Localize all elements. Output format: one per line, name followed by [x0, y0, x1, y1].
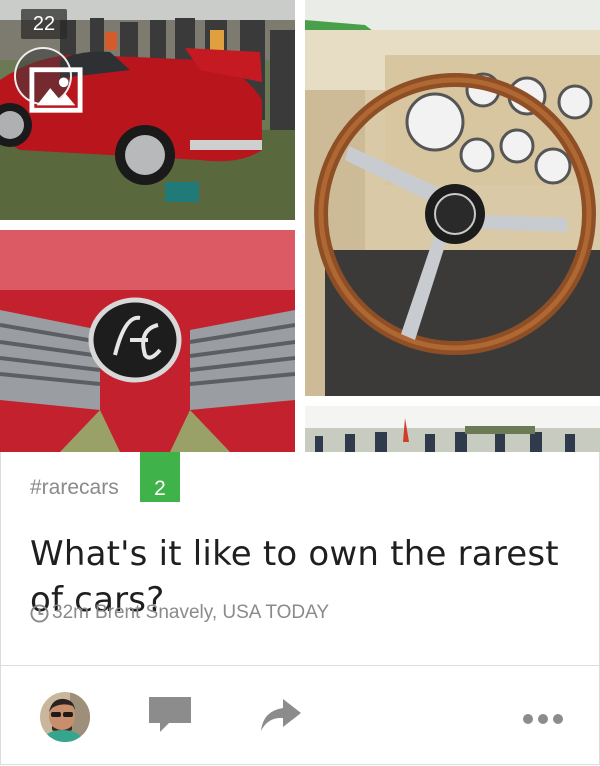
- more-button[interactable]: [522, 712, 564, 730]
- comment-icon: [149, 697, 191, 732]
- gallery-glyph: [29, 67, 83, 113]
- time-ago: 32m: [52, 602, 89, 623]
- photo-collage[interactable]: 22: [0, 0, 600, 452]
- share-button[interactable]: [259, 699, 301, 736]
- avatar-image: [40, 692, 90, 742]
- more-dots-icon: [523, 714, 563, 724]
- clock-icon: [30, 603, 49, 623]
- story-card[interactable]: #rarecars 2 What's it like to own the ra…: [0, 452, 600, 765]
- user-avatar[interactable]: [40, 692, 90, 742]
- share-arrow-icon: [261, 699, 301, 731]
- photo-crowd-image: [305, 406, 600, 452]
- photo-red-sports-car[interactable]: 22: [0, 0, 295, 220]
- topic-row: #rarecars 2: [1, 452, 301, 502]
- topic-tag[interactable]: #rarecars: [30, 476, 119, 500]
- photo-crowd[interactable]: [305, 406, 600, 452]
- photo-steering-wheel[interactable]: [305, 0, 600, 396]
- image-gallery-icon[interactable]: [14, 47, 83, 113]
- photo-steering-wheel-image: [305, 0, 600, 396]
- photo-count-badge: 22: [21, 9, 67, 39]
- photo-ac-badge[interactable]: [0, 230, 295, 452]
- comment-count-badge[interactable]: 2: [140, 452, 180, 502]
- story-source: Brent Snavely, USA TODAY: [94, 602, 330, 623]
- story-meta: 32m Brent Snavely, USA TODAY: [30, 602, 329, 624]
- action-bar: [1, 666, 599, 764]
- photo-ac-badge-image: [0, 230, 295, 452]
- comment-button[interactable]: [149, 697, 191, 738]
